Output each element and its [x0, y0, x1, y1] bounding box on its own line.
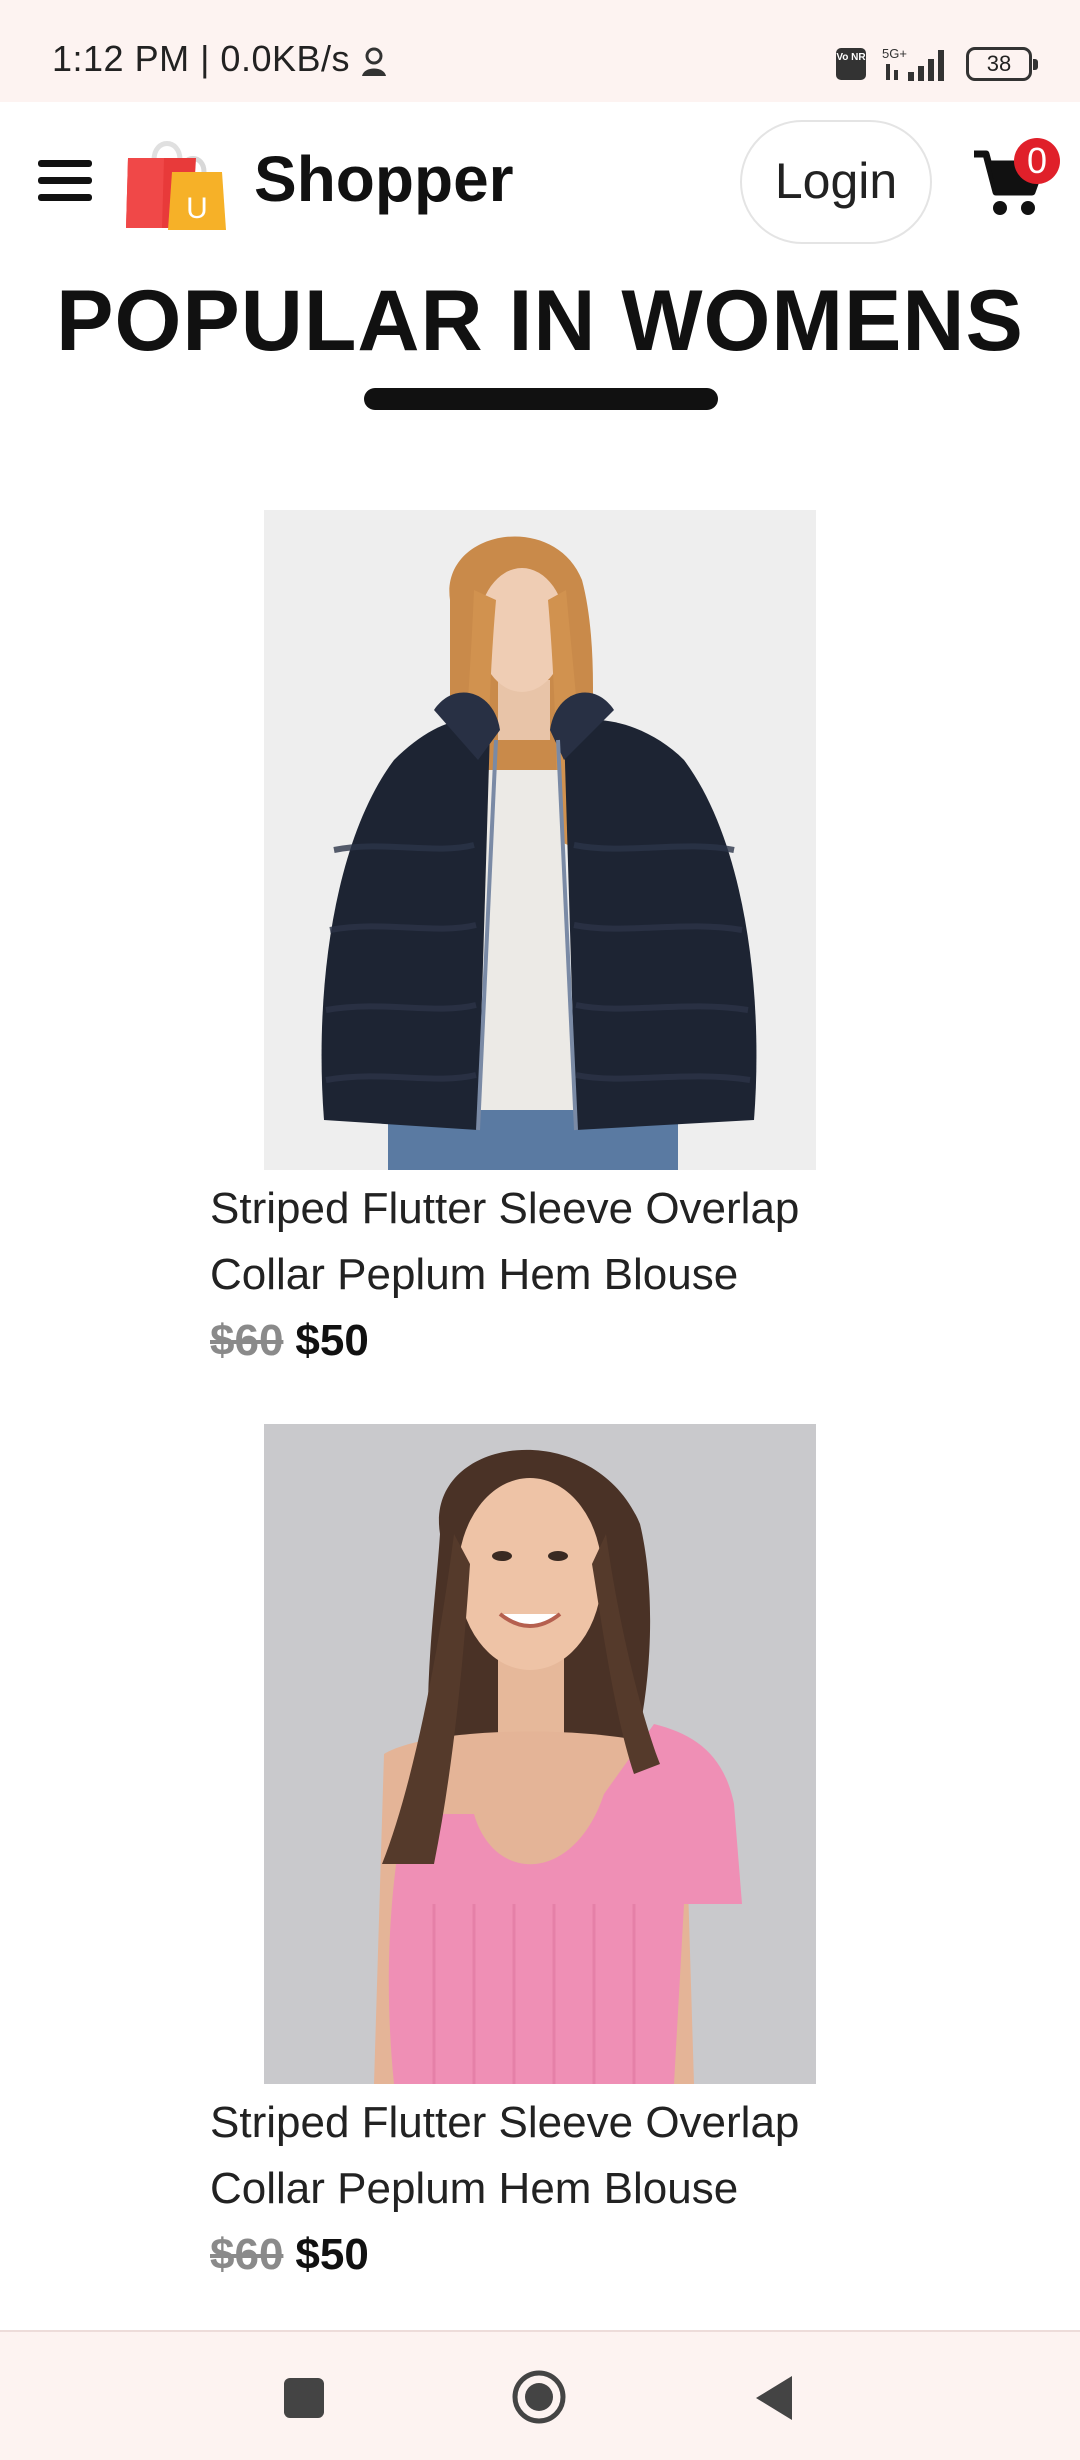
back-icon[interactable]	[752, 2374, 796, 2422]
price-row: $60 $50	[210, 1308, 870, 1374]
network-label: 5G+	[882, 46, 907, 61]
status-bar: 1:12 PM | 0.0KB/s Vo NR 5G+ 38	[0, 0, 1080, 102]
product-card[interactable]: Striped Flutter Sleeve Overlap Collar Pe…	[210, 1424, 870, 2288]
person-icon	[362, 47, 386, 76]
old-price: $60	[210, 2230, 284, 2279]
status-time: 1:12 PM | 0.0KB/s	[52, 38, 350, 79]
recents-icon[interactable]	[284, 2378, 324, 2418]
home-icon[interactable]	[510, 2368, 568, 2426]
product-name[interactable]: Striped Flutter Sleeve Overlap Collar Pe…	[210, 2090, 850, 2222]
volte-icon: Vo NR	[836, 48, 866, 80]
new-price: $50	[295, 1316, 369, 1365]
status-indicators: Vo NR 5G+ 38	[836, 44, 1038, 84]
menu-icon[interactable]	[38, 160, 92, 204]
login-button[interactable]: Login	[740, 120, 932, 244]
price-row: $60 $50	[210, 2222, 870, 2288]
top-navbar: U Shopper Login 0	[0, 102, 1080, 262]
system-navigation-bar	[0, 2330, 1080, 2460]
section-underline	[364, 388, 718, 410]
section-title: POPULAR IN WOMENS	[56, 273, 1024, 369]
product-card[interactable]: Striped Flutter Sleeve Overlap Collar Pe…	[210, 510, 870, 1374]
new-price: $50	[295, 2230, 369, 2279]
shopping-bag-logo-icon[interactable]: U	[124, 132, 228, 232]
product-image[interactable]	[264, 510, 816, 1170]
cart-count-badge: 0	[1014, 138, 1060, 184]
product-image[interactable]	[264, 1424, 816, 2084]
logo-letter: U	[186, 192, 208, 225]
product-name[interactable]: Striped Flutter Sleeve Overlap Collar Pe…	[210, 1176, 850, 1308]
signal-icon: 5G+	[882, 46, 944, 81]
battery-icon: 38	[966, 47, 1038, 81]
brand-name[interactable]: Shopper	[254, 142, 514, 216]
old-price: $60	[210, 1316, 284, 1365]
